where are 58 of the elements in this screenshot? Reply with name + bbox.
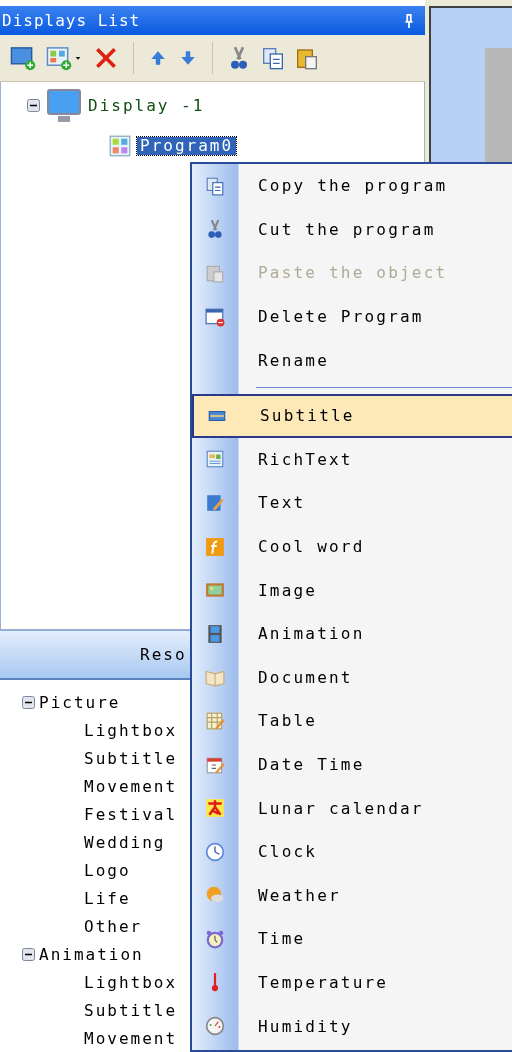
clipboard-icon: [205, 263, 225, 283]
alarm-clock-icon: [205, 928, 225, 949]
tree-item[interactable]: Subtitle: [84, 1000, 178, 1020]
pencil-note-icon: [205, 492, 225, 513]
menu-item[interactable]: Subtitle: [192, 393, 512, 438]
tree-item[interactable]: Lightbox: [84, 720, 178, 740]
tree-item[interactable]: Life: [84, 888, 131, 908]
layout-icon: [109, 134, 131, 157]
tree-item[interactable]: Festival: [84, 804, 178, 824]
window-delete-icon: [205, 306, 225, 327]
menu-item[interactable]: Weather: [192, 873, 512, 918]
document-icon: [205, 449, 225, 470]
panel-title: Displays List: [2, 11, 141, 31]
menu-item[interactable]: Animation: [192, 611, 512, 656]
menu-item[interactable]: Clock: [192, 829, 512, 874]
table-icon: [205, 710, 225, 731]
clock-icon: [205, 841, 225, 862]
tree-item[interactable]: Lightbox: [84, 972, 178, 992]
lunar-calendar-icon: [205, 798, 225, 819]
tree-item[interactable]: Other: [84, 916, 143, 936]
scissors-icon: [205, 219, 225, 240]
collapse-toggle[interactable]: [22, 947, 35, 961]
monitor-icon: [46, 87, 82, 124]
menu-item[interactable]: Cool word: [192, 524, 512, 569]
clipboard-icon: [295, 46, 319, 71]
monitor-add-icon: [10, 45, 36, 72]
letter-f-icon: [205, 536, 225, 557]
menu-item[interactable]: Date Time: [192, 742, 512, 787]
menu-item[interactable]: Temperature: [192, 960, 512, 1005]
menu-item[interactable]: Copy the program: [192, 164, 512, 208]
layout-add-icon: [46, 45, 72, 72]
menu-item[interactable]: Time: [192, 917, 512, 961]
menu-item[interactable]: Delete Program: [192, 294, 512, 339]
menu-item[interactable]: Humidity: [192, 1004, 512, 1048]
tree-item[interactable]: Animation: [39, 944, 144, 964]
menu-item[interactable]: Rename: [192, 338, 512, 382]
tree-item[interactable]: Program0: [137, 136, 237, 155]
tree-item[interactable]: Picture: [39, 692, 121, 712]
film-icon: [205, 623, 225, 644]
tree-item[interactable]: Subtitle: [84, 748, 178, 768]
menu-item[interactable]: Lunar calendar: [192, 786, 512, 830]
tree-item[interactable]: Movement: [84, 776, 178, 796]
gauge-icon: [205, 1016, 225, 1037]
tree-item[interactable]: Wedding: [84, 832, 166, 852]
collapse-toggle[interactable]: [27, 99, 40, 113]
tree-item[interactable]: Movement: [84, 1028, 178, 1048]
copy-icon: [261, 46, 285, 71]
menu-item[interactable]: Cut the program: [192, 207, 512, 252]
menu-item[interactable]: RichText: [192, 437, 512, 482]
tree-item[interactable]: Logo: [84, 860, 131, 880]
tree-item[interactable]: Display -1: [88, 96, 205, 116]
panel-title: Reso: [140, 644, 187, 664]
menu-item[interactable]: Image: [192, 568, 512, 612]
menu-item[interactable]: Document: [192, 655, 512, 700]
collapse-toggle[interactable]: [22, 695, 35, 709]
menu-item[interactable]: Text: [192, 481, 512, 525]
menu-item[interactable]: Table: [192, 699, 512, 743]
copy-icon: [205, 175, 225, 196]
